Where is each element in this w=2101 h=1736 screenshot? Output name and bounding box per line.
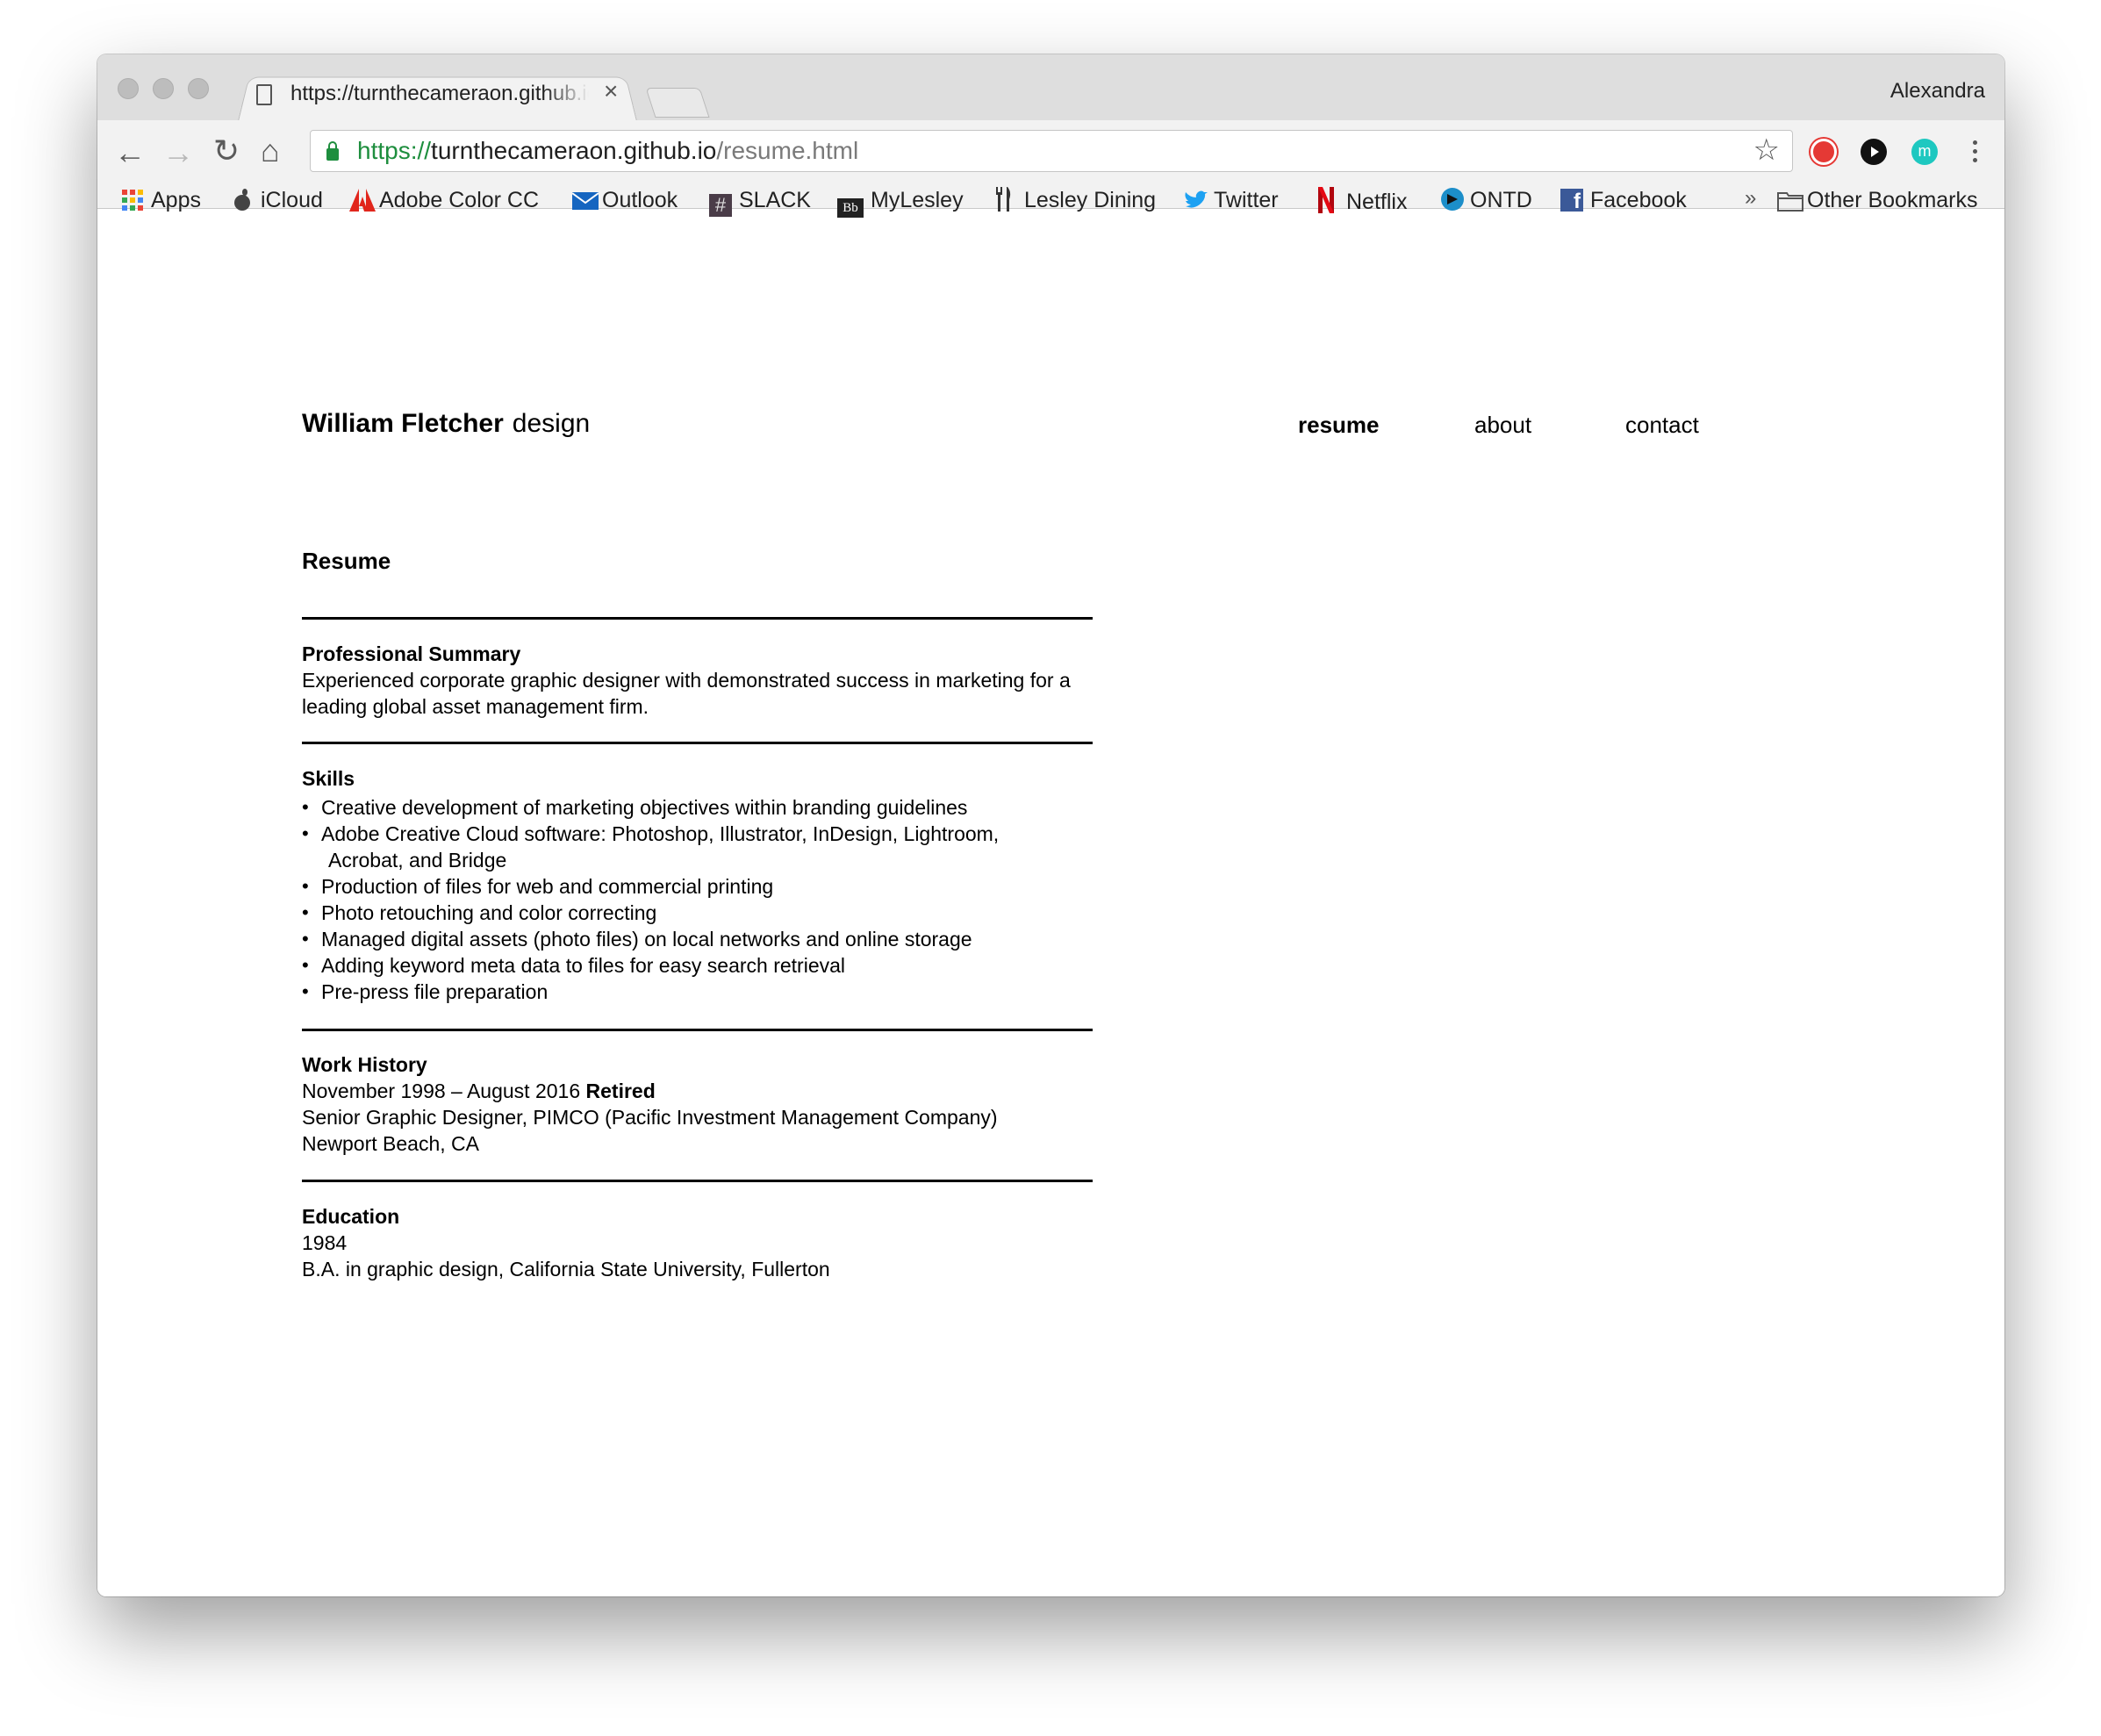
new-tab-button[interactable]	[645, 88, 710, 118]
adblock-extension-icon[interactable]	[1811, 139, 1837, 165]
nav-about-link[interactable]: about	[1474, 409, 1531, 441]
bookmark-adobe-color[interactable]: Adobe Color CC	[349, 187, 539, 213]
bookmark-label: Facebook	[1590, 188, 1687, 212]
section-divider	[302, 742, 1093, 744]
url-path: /resume.html	[716, 137, 859, 164]
bookmark-label: ONTD	[1470, 188, 1532, 212]
tab-title[interactable]: https://turnthecameraon.github.io/resume…	[290, 79, 589, 109]
summary-text: Experienced corporate graphic designer w…	[302, 669, 1071, 718]
lock-icon	[326, 141, 339, 161]
tab-close-icon[interactable]: ×	[604, 75, 618, 107]
mercury-extension-icon[interactable]: m	[1911, 139, 1938, 165]
close-window-button[interactable]	[118, 78, 139, 99]
list-item: Production of files for web and commerci…	[302, 873, 1093, 900]
work-role: Senior Graphic Designer, PIMCO (Pacific …	[302, 1106, 998, 1129]
work-heading: Work History	[302, 1053, 427, 1076]
skills-list: Creative development of marketing object…	[302, 794, 1093, 1005]
ontd-icon	[1440, 187, 1464, 211]
brand-name: William Fletcher	[302, 409, 504, 438]
bookmark-lesley-dining[interactable]: Lesley Dining	[994, 187, 1156, 213]
bookmark-label: SLACK	[739, 188, 811, 212]
list-item-text: Adobe Creative Cloud software: Photoshop…	[321, 822, 1000, 845]
bookmark-mylesley[interactable]: Bb MyLesley	[837, 187, 964, 218]
profile-name[interactable]: Alexandra	[1854, 77, 1985, 105]
apple-icon	[231, 189, 254, 212]
url-host: turnthecameraon.github.io	[431, 137, 717, 164]
summary-section: Professional Summary Experienced corpora…	[302, 641, 1093, 720]
bookmark-netflix[interactable]: Netflix	[1316, 187, 1408, 214]
list-item-continuation: Acrobat, and Bridge	[328, 849, 507, 872]
site-brand[interactable]: William Fletcher design	[302, 407, 590, 441]
reload-icon[interactable]: ↻	[213, 133, 240, 169]
apps-grid-icon	[121, 189, 144, 212]
folder-icon	[1777, 190, 1803, 213]
bookmark-slack[interactable]: # SLACK	[709, 187, 811, 217]
nav-resume-link[interactable]: resume	[1298, 409, 1380, 441]
address-bar[interactable]: https://turnthecameraon.github.io/resume…	[310, 130, 1793, 172]
list-item: Pre-press file preparation	[302, 979, 1093, 1005]
bb-icon: Bb	[837, 198, 864, 218]
chrome-menu-icon[interactable]	[1973, 140, 1980, 167]
hash-icon: #	[709, 194, 732, 217]
bookmark-icloud[interactable]: iCloud	[231, 187, 323, 213]
education-heading: Education	[302, 1205, 400, 1228]
work-dates: November 1998 – August 2016	[302, 1080, 581, 1102]
section-divider	[302, 1180, 1093, 1182]
forward-icon[interactable]: →	[162, 135, 194, 170]
summary-heading: Professional Summary	[302, 642, 521, 665]
work-history-section: Work History November 1998 – August 2016…	[302, 1051, 1093, 1157]
netflix-icon	[1316, 187, 1339, 213]
section-divider	[302, 617, 1093, 620]
bookmark-label: MyLesley	[871, 188, 964, 212]
education-section: Education 1984 B.A. in graphic design, C…	[302, 1203, 1093, 1282]
bookmark-star-icon[interactable]: ☆	[1753, 133, 1780, 168]
bookmark-apps[interactable]: Apps	[121, 187, 201, 213]
minimize-window-button[interactable]	[153, 78, 174, 99]
zoom-window-button[interactable]	[188, 78, 209, 99]
education-year: 1984	[302, 1231, 348, 1254]
list-item: Adding keyword meta data to files for ea…	[302, 952, 1093, 979]
bookmark-facebook[interactable]: f Facebook	[1560, 187, 1687, 213]
page-title: Resume	[302, 548, 391, 574]
bookmark-label: Netflix	[1346, 190, 1408, 214]
list-item: Creative development of marketing object…	[302, 794, 1093, 821]
other-bookmarks[interactable]: Other Bookmarks	[1777, 187, 1978, 213]
back-icon[interactable]: ←	[114, 135, 146, 170]
home-icon[interactable]: ⌂	[261, 133, 280, 169]
twitter-icon	[1184, 190, 1208, 213]
bookmark-label: iCloud	[261, 188, 323, 212]
bookmark-label: Lesley Dining	[1024, 188, 1157, 212]
bookmarks-overflow-chevron[interactable]: »	[1745, 185, 1756, 212]
work-location: Newport Beach, CA	[302, 1132, 479, 1155]
list-item: Managed digital assets (photo files) on …	[302, 926, 1093, 952]
play-extension-icon[interactable]	[1861, 139, 1887, 165]
work-status: Retired	[585, 1080, 656, 1102]
mail-icon	[571, 190, 599, 213]
list-item: Adobe Creative Cloud software: Photoshop…	[302, 821, 1093, 873]
list-item: Photo retouching and color correcting	[302, 900, 1093, 926]
brand-suffix: design	[512, 409, 591, 438]
bookmark-label: Apps	[151, 188, 201, 212]
education-degree: B.A. in graphic design, California State…	[302, 1258, 830, 1280]
bookmark-label: Outlook	[602, 188, 678, 212]
skills-heading: Skills	[302, 767, 355, 790]
bookmark-twitter[interactable]: Twitter	[1184, 187, 1279, 213]
bookmark-label: Twitter	[1214, 188, 1279, 212]
facebook-icon: f	[1560, 189, 1583, 212]
bookmark-outlook[interactable]: Outlook	[571, 187, 678, 213]
bookmark-ontd[interactable]: ONTD	[1440, 187, 1532, 213]
url-text[interactable]: https://turnthecameraon.github.io/resume…	[357, 134, 858, 168]
adobe-icon	[349, 189, 376, 212]
bookmark-label: Adobe Color CC	[379, 188, 540, 212]
work-dates-line: November 1998 – August 2016 Retired	[302, 1078, 1093, 1104]
url-scheme: https://	[357, 137, 432, 164]
nav-contact-link[interactable]: contact	[1625, 409, 1699, 441]
cutlery-icon	[994, 187, 1017, 212]
bookmark-label: Other Bookmarks	[1807, 188, 1978, 212]
section-divider	[302, 1029, 1093, 1031]
skills-section: Skills Creative development of marketing…	[302, 765, 1093, 1005]
page-icon	[256, 84, 272, 105]
